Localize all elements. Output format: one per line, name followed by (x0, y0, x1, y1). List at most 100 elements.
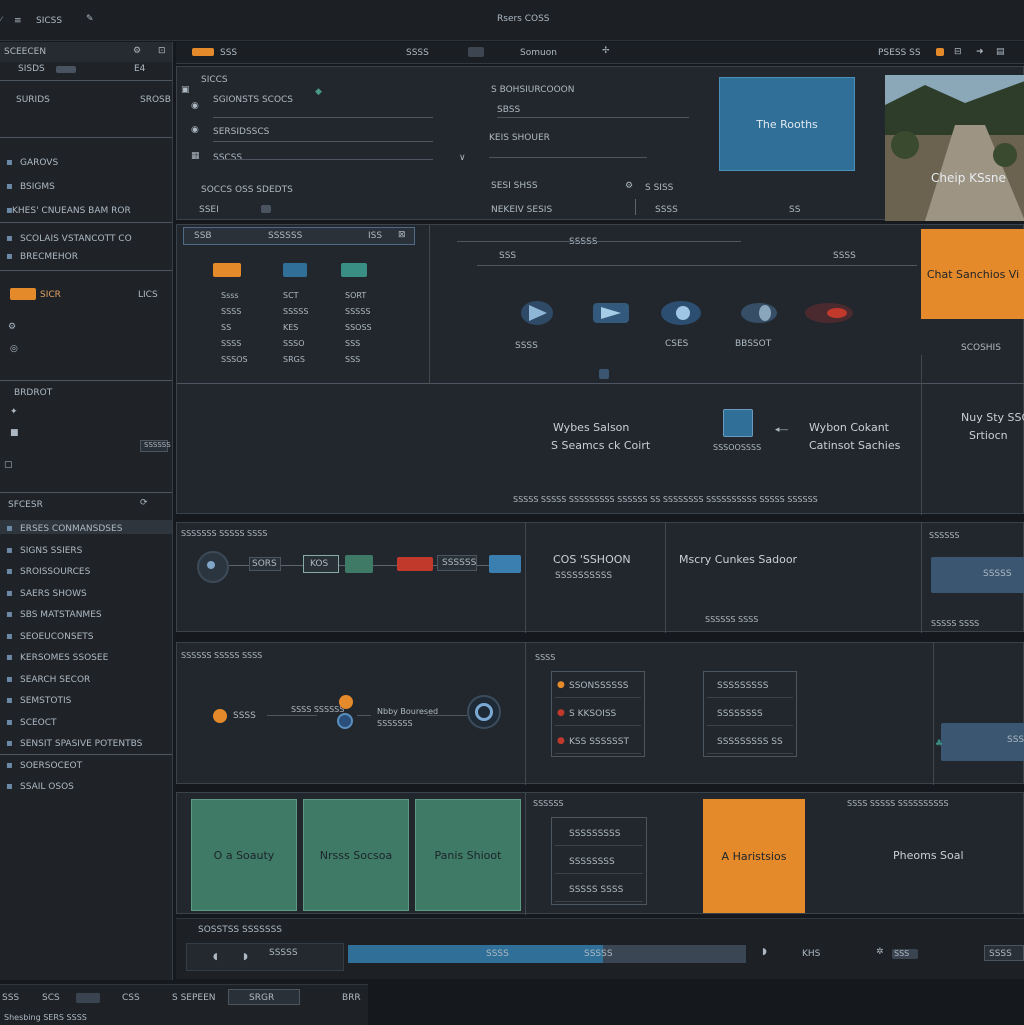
window-menu[interactable]: ⁄ (0, 16, 2, 26)
flow-node-blue[interactable] (337, 713, 353, 729)
tiles-list-item[interactable]: SSSSS SSSS (555, 881, 643, 902)
col1-icon[interactable]: ◉ (191, 101, 199, 111)
col1-icon[interactable]: ▦ (191, 151, 200, 161)
bottom-tab[interactable]: SCS (42, 993, 60, 1003)
flow-right-item[interactable]: SSSSSSSSS SS (707, 733, 793, 754)
hamburger-icon[interactable]: ≡ (14, 16, 22, 26)
sidebar-list-item[interactable]: ▪ SBS MATSTANMES (2, 606, 170, 624)
chevron-down-icon[interactable]: ∨ (459, 153, 466, 163)
sidebar-item[interactable]: ▪ SCOLAIS VSTANCOTT CO (2, 230, 170, 248)
red-bullet-icon[interactable] (801, 295, 859, 331)
sidebar-menu-icon[interactable]: ⊡ (158, 46, 166, 56)
sidebar-settings-icon[interactable]: ⚙ (133, 46, 141, 56)
status-tab[interactable]: SSSSS (269, 948, 298, 958)
sidebar-list-item[interactable]: ▪ SOERSOCEOT (2, 757, 170, 775)
sidebar-list-item[interactable]: ▪ KERSOMES SSOSEE (2, 649, 170, 667)
pipeline-chip[interactable]: SSSSSS (437, 555, 477, 571)
tab[interactable]: SSSSSS (268, 231, 302, 241)
sidebar-item[interactable]: ▪ BRECMEHOR (2, 248, 170, 266)
status-toggle[interactable]: SSS (892, 949, 918, 959)
blue-card[interactable]: The Rooths (719, 77, 855, 171)
tab[interactable]: SSB (194, 231, 212, 241)
green-tile[interactable]: Nrsss Socsoa (303, 799, 409, 911)
toolbar-icon-button[interactable] (468, 47, 484, 57)
volume-icon[interactable]: ◖ (213, 952, 218, 962)
expand-icon[interactable]: ◗ (762, 947, 767, 957)
capsule-icon[interactable] (735, 295, 783, 331)
sidebar-list-item[interactable]: ▪ SSAIL OSOS (2, 778, 170, 796)
arrow-icon[interactable]: ➜ (976, 47, 984, 57)
pipeline-chip-red[interactable] (397, 557, 433, 571)
bottom-tab[interactable]: S SEPEEN (172, 993, 216, 1003)
progress-track[interactable]: SSSS SSSSS (348, 945, 746, 963)
toolbar-accent-small[interactable] (936, 48, 944, 56)
shield-icon[interactable] (517, 295, 565, 331)
flow-right-item[interactable]: SSSSSSSS (707, 705, 793, 726)
swatch-teal[interactable] (341, 263, 367, 277)
sidebar-list-item[interactable]: ▪ SAERS SHOWS (2, 585, 170, 603)
status-button[interactable]: SSSS (984, 945, 1024, 961)
close-icon[interactable]: ⊠ (398, 230, 406, 240)
sidebar-list-item[interactable]: ▪ ERSES CONMANSDSES (2, 520, 170, 538)
wide-mid-icon[interactable] (723, 409, 753, 437)
bottom-toggle[interactable] (76, 993, 100, 1003)
pin-icon[interactable]: ✎ (86, 14, 94, 24)
square-icon[interactable]: ▢ (4, 460, 13, 470)
flow-far-button[interactable]: SSSS (941, 723, 1024, 761)
flow-right-item[interactable]: SSSSSSSSS (707, 677, 793, 698)
col1-chip[interactable] (261, 205, 271, 213)
sidebar-list-item[interactable]: ▪ SEMSTOTIS (2, 692, 170, 710)
flow-left-item[interactable]: ● SSONSSSSSS (555, 677, 641, 698)
sidebar-item[interactable]: ▪ GAROVS (2, 154, 170, 172)
sidebar-toggle[interactable] (56, 66, 76, 73)
toolbar-accent[interactable] (192, 48, 214, 56)
toolbar-button[interactable]: Somuon (520, 48, 557, 58)
pipeline-chip[interactable]: SORS (249, 557, 281, 571)
bottom-tab[interactable]: CSS (122, 993, 140, 1003)
gear-icon[interactable]: ✲ (876, 947, 884, 957)
pointer-icon[interactable]: ✢ (602, 46, 610, 56)
pipeline-far-button[interactable]: SSSSS (931, 557, 1024, 593)
wrench-icon[interactable]: ⚙ (8, 322, 16, 332)
group-button[interactable]: SSSSSS (140, 440, 171, 452)
speaker-icon[interactable]: ◗ (243, 952, 248, 962)
pipeline-chip-blue[interactable] (489, 555, 521, 573)
sidebar-list-item[interactable]: ▪ SEOEUCONSETS (2, 628, 170, 646)
landscape-photo[interactable]: Cheip KSsne (885, 75, 1024, 221)
pipeline-chip[interactable]: KOS (303, 555, 339, 573)
orange-card[interactable]: Chat Sanchios Vi (921, 229, 1024, 319)
flow-left-item[interactable]: ● S KKSOISS (555, 705, 641, 726)
flow-node-orange[interactable] (213, 709, 227, 723)
layout-icon[interactable]: ▤ (996, 47, 1005, 57)
target-icon[interactable]: ■ (10, 428, 19, 438)
flow-node-orange[interactable] (339, 695, 353, 709)
bottom-button[interactable]: SRGR (228, 989, 300, 1005)
sidebar-list-item[interactable]: ▪ SROISSOURCES (2, 563, 170, 581)
toolbar-button[interactable]: SSSS (406, 48, 429, 58)
toolbar-button[interactable]: SSS (220, 48, 237, 58)
sidebar-list-item[interactable]: ▪ SCEOCT (2, 714, 170, 732)
tab[interactable]: ISS (368, 231, 382, 241)
refresh-icon[interactable]: ⟳ (140, 498, 148, 508)
col1-icon[interactable]: ◉ (191, 125, 199, 135)
bottom-tab[interactable]: SSS (2, 993, 19, 1003)
bottom-tab[interactable]: BRR (342, 993, 361, 1003)
col1-icon[interactable]: ▣ (181, 85, 190, 95)
orb-icon[interactable] (657, 295, 705, 331)
title-tab[interactable]: SICSS (36, 16, 62, 26)
small-badge[interactable] (599, 369, 609, 379)
tiles-list-item[interactable]: SSSSSSSS (555, 853, 643, 874)
green-tile[interactable]: Panis Shioot (415, 799, 521, 911)
gauge-icon[interactable]: ◎ (10, 344, 18, 354)
pin-icon[interactable]: ✦ (10, 407, 18, 417)
sidebar-item[interactable]: ▪ KHES' CNUEANS BAM ROR (2, 202, 170, 220)
sidebar-list-item[interactable]: ▪ SENSIT SPASIVE POTENTBS (2, 735, 170, 753)
orange-chip[interactable] (10, 288, 36, 300)
sidebar-item[interactable]: ▪ BSIGMS (2, 178, 170, 196)
gear-icon[interactable]: ⚙ (625, 181, 633, 191)
sidebar-list-item[interactable]: ▪ SIGNS SSIERS (2, 542, 170, 560)
orange-tile[interactable]: A Haristsios (703, 799, 805, 913)
flow-left-item[interactable]: ● KSS SSSSSST (555, 733, 641, 754)
swatch-orange[interactable] (213, 263, 241, 277)
pipeline-chip-green[interactable] (345, 555, 373, 573)
